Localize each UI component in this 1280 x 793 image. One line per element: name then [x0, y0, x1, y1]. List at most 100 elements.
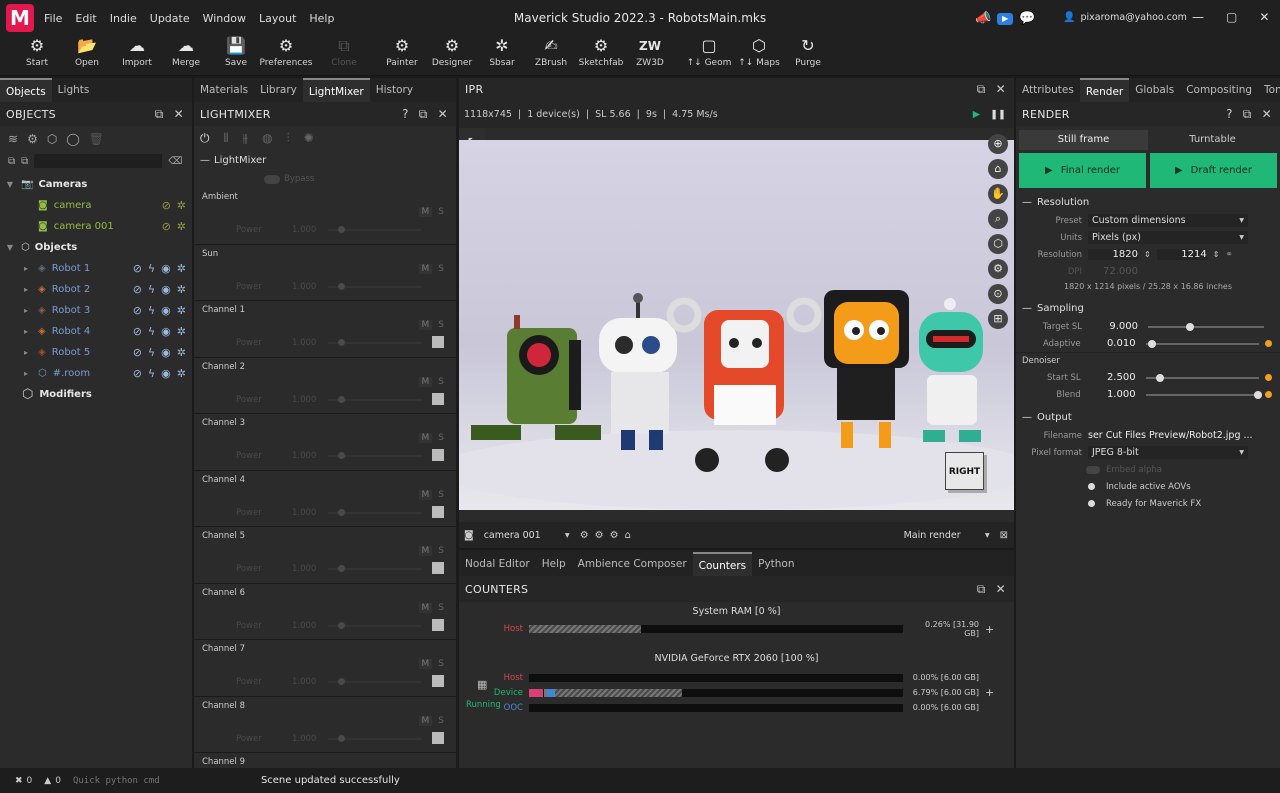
pan-hand-icon[interactable]: ✋ [988, 184, 1008, 204]
ram-expand-button[interactable]: + [985, 623, 994, 636]
no-shadow-icon[interactable]: ⊘ [133, 262, 142, 275]
geom-button[interactable]: ▢ ↑↓ Geom [684, 36, 734, 76]
object-item-robot-5[interactable]: ▸ ◈ Robot 5 ⊘ ϟ ◉ ✲ [0, 342, 192, 363]
color-swatch[interactable] [432, 562, 444, 574]
maximize-icon[interactable]: ▢ [1226, 10, 1237, 24]
power-icon[interactable]: ⏻ [200, 131, 210, 146]
close-panel-icon[interactable]: ✕ [174, 107, 184, 122]
camera-lock-icon[interactable]: ⚙ [610, 530, 619, 541]
power-value[interactable]: 1.000 [292, 338, 316, 348]
blend-slider[interactable] [1145, 390, 1262, 399]
embed-alpha-toggle[interactable] [1086, 465, 1100, 474]
solo-button[interactable]: S [438, 659, 444, 669]
add-modifier-icon[interactable]: ◯ [66, 132, 79, 146]
mute-button[interactable]: M [418, 207, 433, 217]
mute-button[interactable]: M [418, 546, 433, 556]
keyframe-dot-icon[interactable] [1265, 374, 1273, 381]
chevron-right-icon[interactable]: ▸ [20, 327, 32, 336]
float-icon[interactable]: ⧉ [419, 107, 428, 122]
power-value[interactable]: 1.000 [292, 395, 316, 405]
mute-button[interactable]: M [418, 376, 433, 387]
home-icon[interactable]: ⌂ [988, 159, 1008, 179]
solo-button[interactable]: S [438, 603, 444, 613]
sun-icon[interactable]: ✲ [177, 283, 186, 296]
help-icon[interactable]: ? [402, 107, 409, 122]
chevron-down-icon[interactable]: ▼ [4, 180, 16, 189]
power-slider[interactable] [328, 339, 422, 346]
sampling-section[interactable]: — Sampling [1016, 298, 1280, 318]
camera-settings-icon[interactable]: ⚙ [595, 530, 604, 541]
color-swatch[interactable] [432, 449, 444, 461]
solo-button[interactable]: S [438, 264, 444, 274]
float-icon[interactable]: ⧉ [977, 82, 986, 97]
turntable-tab[interactable]: Turntable [1148, 130, 1277, 150]
power-slider[interactable] [328, 678, 422, 685]
lightning-icon[interactable]: ϟ [148, 304, 155, 317]
color-swatch[interactable] [432, 336, 444, 348]
object-item-robot-3[interactable]: ▸ ◈ Robot 3 ⊘ ϟ ◉ ✲ [0, 300, 192, 321]
chevron-right-icon[interactable]: ▸ [20, 306, 32, 315]
menu-help[interactable]: Help [309, 12, 334, 25]
object-item-robot-4[interactable]: ▸ ◈ Robot 4 ⊘ ϟ ◉ ✲ [0, 321, 192, 342]
menu-window[interactable]: Window [203, 12, 246, 25]
warning-count[interactable]: 0 [55, 776, 61, 786]
camera-tools-icon[interactable]: ⊕ [988, 134, 1008, 154]
zbrush-button[interactable]: ✍ ZBrush [526, 36, 576, 76]
solo-button[interactable]: S [438, 716, 444, 726]
target-icon[interactable]: ⊙ [988, 284, 1008, 304]
bypass-toggle[interactable]: Bypass [194, 170, 456, 188]
units-select[interactable]: Pixels (px) [1088, 231, 1248, 244]
maps-button[interactable]: ⬡ ↑↓ Maps [734, 36, 784, 76]
resolution-width-input[interactable]: 1820 [1088, 249, 1138, 260]
color-swatch[interactable] [432, 731, 444, 744]
keyframe-dot-icon[interactable] [1265, 391, 1273, 398]
preferences-button[interactable]: ⚙ Preferences [260, 36, 313, 76]
mixer-icon[interactable]: ⫶ [287, 131, 290, 146]
eye-icon[interactable]: ◉ [161, 283, 171, 296]
power-value[interactable]: 1.000 [292, 621, 316, 631]
mute-button[interactable]: M [418, 263, 433, 274]
still-frame-tab[interactable]: Still frame [1019, 130, 1148, 150]
no-shadow-icon[interactable]: ⊘ [133, 367, 142, 380]
tab-materials[interactable]: Materials [194, 78, 254, 102]
mute-button[interactable]: M [418, 489, 433, 500]
color-swatch[interactable] [432, 675, 444, 687]
adaptive-slider[interactable] [1145, 339, 1260, 348]
adaptive-input[interactable]: 0.010 [1087, 338, 1136, 349]
no-shadow-icon[interactable]: ⊘ [133, 346, 142, 359]
orbit-icon[interactable]: ⬡ [988, 234, 1008, 254]
clone-button[interactable]: ⧉ Clone [319, 36, 369, 76]
sun-icon[interactable]: ✲ [177, 367, 186, 380]
close-panel-icon[interactable]: ✕ [996, 582, 1006, 597]
error-count[interactable]: 0 [27, 776, 33, 786]
power-slider[interactable] [328, 452, 422, 459]
chevron-down-icon[interactable]: ▼ [4, 243, 16, 252]
python-command-input[interactable] [72, 772, 243, 789]
filename-input[interactable]: ser Cut Files Preview/Robot2.jpg ... [1088, 430, 1263, 441]
no-shadow-icon[interactable]: ⊘ [133, 283, 142, 296]
tab-history[interactable]: History [370, 78, 419, 102]
close-panel-icon[interactable]: ✕ [996, 82, 1006, 97]
draft-render-button[interactable]: ▶ Draft render [1150, 153, 1277, 188]
eye-icon[interactable]: ◉ [161, 262, 171, 275]
globe-icon[interactable]: ◍ [262, 131, 272, 145]
solo-button[interactable]: S [438, 207, 444, 217]
power-slider[interactable] [328, 508, 422, 516]
megaphone-icon[interactable]: 📣 [975, 11, 991, 26]
sun-icon[interactable]: ✲ [177, 346, 186, 359]
tab-help[interactable]: Help [536, 552, 572, 576]
camera-view-icon[interactable]: ⚙ [988, 259, 1008, 279]
sliders-icon[interactable]: ⫴ [224, 131, 229, 146]
start-sl-slider[interactable] [1145, 373, 1260, 382]
chevron-right-icon[interactable]: ▸ [20, 285, 32, 294]
tab-objects[interactable]: Objects [0, 78, 52, 102]
add-camera-icon[interactable]: ⚙ [27, 132, 38, 146]
sbsar-button[interactable]: ✲ Sbsar [477, 36, 527, 76]
eye-icon[interactable]: ◉ [161, 325, 171, 338]
eye-icon[interactable]: ◉ [161, 367, 171, 380]
tab-tonemap[interactable]: Tonemap [1258, 78, 1280, 102]
no-shadow-icon[interactable]: ⊘ [133, 304, 142, 317]
tab-attributes[interactable]: Attributes [1016, 78, 1080, 102]
zw3d-button[interactable]: ZW ZW3D [625, 36, 675, 76]
float-icon[interactable]: ⧉ [155, 107, 164, 122]
